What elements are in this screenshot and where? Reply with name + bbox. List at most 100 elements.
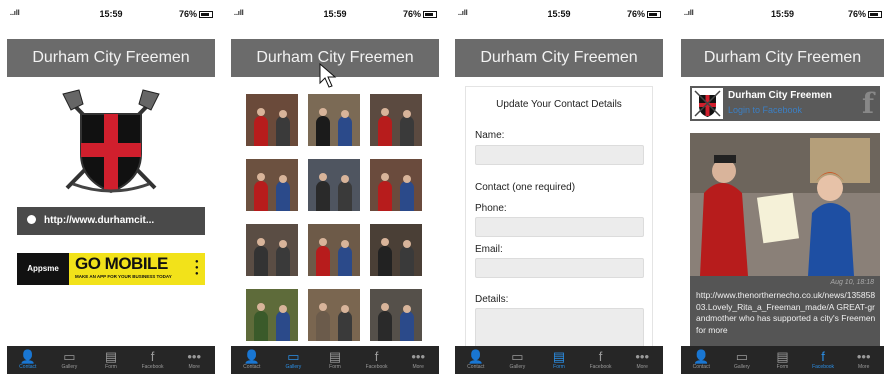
website-link-text: http://www.durhamcit... [44,215,155,226]
thumbnail-figure-head [381,173,389,181]
tab-facebook[interactable]: f Facebook [356,346,398,374]
more-icon: ••• [411,349,425,364]
thumbnail-figure [276,246,290,276]
thumbnail-figure [254,311,268,341]
gallery-thumbnail[interactable] [308,159,360,211]
name-label: Name: [475,130,505,141]
website-link-button[interactable]: http://www.durhamcit... [17,207,205,235]
gallery-thumbnail[interactable] [308,289,360,341]
banner-tagline: MAKE AN APP FOR YOUR BUSINESS TODAY [75,274,172,279]
thumbnail-figure-head [403,110,411,118]
thumbnail-figure-head [279,240,287,248]
facebook-login-link[interactable]: Login to Facebook [728,105,802,115]
gallery-thumbnail[interactable] [308,224,360,276]
tab-facebook[interactable]: f Facebook [132,346,174,374]
tab-form[interactable]: ▤ Form [90,346,132,374]
tab-form[interactable]: ▤ Form [762,346,803,374]
tab-contact[interactable]: 👤 Contact [231,346,273,374]
tab-contact[interactable]: 👤 Contact [455,346,497,374]
phone-screen-contact: ..ıll 15:59 76% Durham City Freemen http… [7,8,215,374]
appsme-banner[interactable]: Appsme GO MOBILE MAKE AN APP FOR YOUR BU… [17,253,205,285]
thumbnail-figure [254,246,268,276]
tab-form[interactable]: ▤ Form [314,346,356,374]
email-field[interactable] [475,258,644,278]
battery-icon [423,11,437,19]
tab-label: More [636,364,648,370]
gallery-thumbnail[interactable] [246,289,298,341]
tab-label: Contact [19,364,37,370]
tab-bar: 👤 Contact ▭ Gallery ▤ Form f Facebook ••• Mor… [231,346,439,374]
tab-contact[interactable]: 👤 Contact [681,346,722,374]
status-bar: ..ıll 15:59 76% [455,8,663,22]
contact-required-label: Contact (one required) [475,182,576,193]
battery-icon [647,11,661,19]
battery-indicator: 76% [403,9,437,19]
phone-screen-facebook: ..ıll 15:59 76% Durham City Freemen Durh… [681,8,884,374]
freemen-crest-logo [62,89,160,194]
gallery-thumbnail[interactable] [370,289,422,341]
battery-percent: 76% [626,9,645,19]
thumbnail-figure [338,311,352,341]
tab-facebook[interactable]: f Facebook [803,346,844,374]
thumbnail-figure-head [381,108,389,116]
thumbnail-figure-head [341,175,349,183]
tab-label: Contact [243,364,261,370]
tab-facebook[interactable]: f Facebook [580,346,622,374]
tab-gallery[interactable]: ▭ Gallery [722,346,763,374]
tab-label: Form [329,364,341,370]
status-bar: ..ıll 15:59 76% [681,8,884,22]
status-bar: ..ıll 15:59 76% [231,8,439,22]
gallery-thumbnail[interactable] [246,224,298,276]
thumbnail-figure-head [341,240,349,248]
tab-label: More [188,364,200,370]
email-label: Email: [475,244,503,255]
gallery-thumbnail[interactable] [246,94,298,146]
gallery-thumbnail[interactable] [370,224,422,276]
battery-icon [868,11,882,19]
page-avatar-crest [692,88,723,119]
tab-more[interactable]: ••• More [173,346,215,374]
thumbnail-figure-head [381,303,389,311]
phone-field[interactable] [475,217,644,237]
name-field[interactable] [475,145,644,165]
thumbnail-figure-head [257,108,265,116]
tab-form[interactable]: ▤ Form [538,346,580,374]
thumbnail-figure [276,181,290,211]
gallery-thumbnail[interactable] [370,94,422,146]
phone-label: Phone: [475,203,507,214]
battery-indicator: 76% [848,9,882,19]
facebook-icon: f [598,349,603,364]
tab-label: Form [553,364,565,370]
gallery-thumbnail[interactable] [308,94,360,146]
tab-gallery[interactable]: ▭ Gallery [273,346,315,374]
tab-more[interactable]: ••• More [397,346,439,374]
thumbnail-figure [316,181,330,211]
thumbnail-figure-head [381,238,389,246]
gallery-thumbnail[interactable] [370,159,422,211]
tab-gallery[interactable]: ▭ Gallery [49,346,91,374]
person-icon: 👤 [243,349,260,364]
tab-more[interactable]: ••• More [621,346,663,374]
gallery-thumbnail[interactable] [246,159,298,211]
person-icon: 👤 [467,349,484,364]
tab-label: Gallery [509,364,526,370]
tab-more[interactable]: ••• More [843,346,884,374]
thumbnail-figure [400,311,414,341]
battery-icon [199,11,213,19]
battery-percent: 76% [847,9,866,19]
thumbnail-figure-head [403,175,411,183]
post-photo [690,133,880,276]
tab-label: Facebook [589,364,612,370]
tab-label: Facebook [365,364,388,370]
facebook-post[interactable]: Aug 10, 18:18 http://www.thenorthernecho… [690,133,880,353]
details-label: Details: [475,294,509,305]
tab-label: More [412,364,424,370]
thumbnail-figure-head [257,303,265,311]
tab-contact[interactable]: 👤 Contact [7,346,49,374]
tab-gallery[interactable]: ▭ Gallery [497,346,539,374]
facebook-page-header: Durham City Freemen Login to Facebook f [690,86,880,121]
appsme-logo: Appsme [17,253,69,285]
thumbnail-figure [254,116,268,146]
form-icon: ▤ [776,349,789,364]
tab-label: Facebook [812,364,835,370]
